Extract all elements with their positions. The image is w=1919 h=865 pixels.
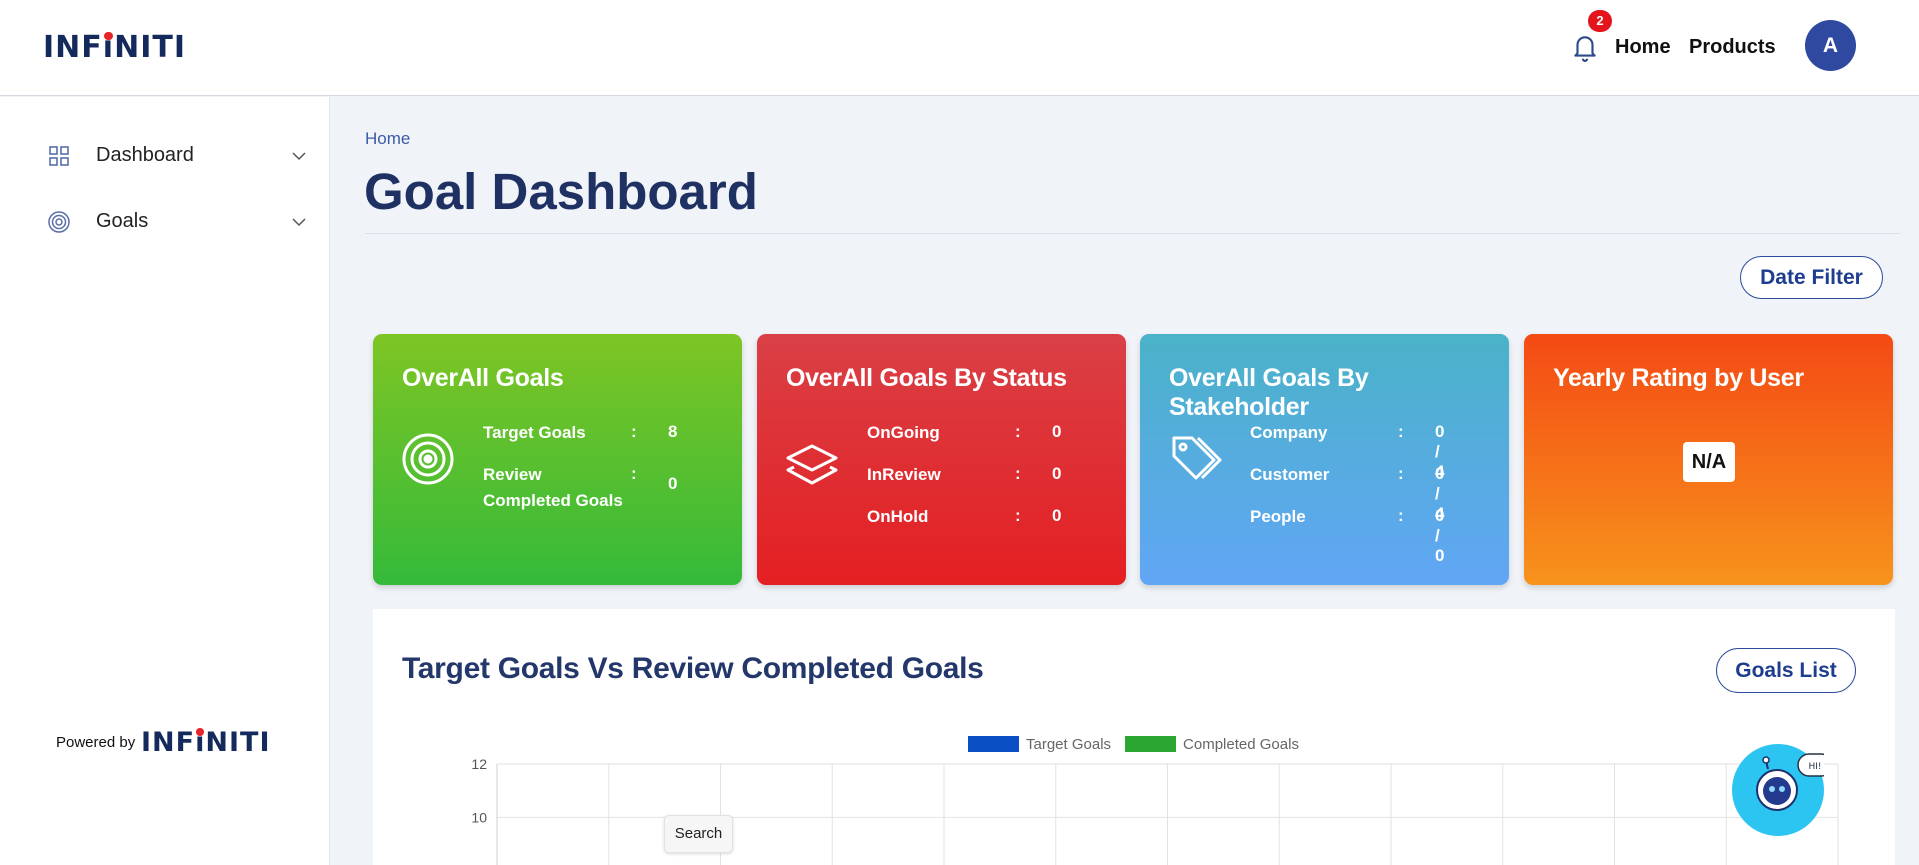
yearly-rating-card: Yearly Rating by User N/A <box>1524 334 1893 585</box>
sidebar-item-label: Dashboard <box>96 144 194 166</box>
tags-icon <box>1172 436 1222 480</box>
target-icon <box>48 211 70 233</box>
breadcrumb[interactable]: Home <box>365 129 410 149</box>
stat-label: Target Goals <box>483 423 586 442</box>
sidebar-item-label: Goals <box>96 210 149 232</box>
sidebar-item-goals[interactable]: Goals <box>0 198 330 246</box>
chatbot-button[interactable]: HI! <box>1732 744 1833 836</box>
infiniti-logo[interactable]: INFıNITI <box>43 30 186 65</box>
goals-by-status-card: OverAll Goals By Status OnGoing : 0 InRe… <box>757 334 1126 585</box>
stat-label: OnHold <box>867 507 929 526</box>
divider <box>365 233 1900 234</box>
stat-separator: : <box>1398 506 1404 525</box>
powered-by-text: Powered by <box>56 734 136 751</box>
card-title: OverAll Goals By Stakeholder <box>1169 364 1369 421</box>
stat-label: Customer <box>1250 465 1330 484</box>
chevron-down-icon[interactable] <box>289 146 309 166</box>
legend-swatch <box>968 736 1019 752</box>
stat-value: 8 <box>668 422 678 441</box>
y-tick-label: 10 <box>471 809 487 825</box>
chatbot-icon: HI! <box>1756 753 1833 811</box>
nav-home-link[interactable]: Home <box>1615 36 1671 59</box>
stat-value: 0 / 0 <box>1435 506 1445 565</box>
chevron-down-icon[interactable] <box>289 212 309 232</box>
stat-label: People <box>1250 507 1306 526</box>
goals-by-stakeholder-card: OverAll Goals By Stakeholder Company : 0… <box>1140 334 1509 585</box>
card-title: Yearly Rating by User <box>1553 364 1804 392</box>
bell-icon[interactable] <box>1572 32 1598 62</box>
sidebar-item-dashboard[interactable]: Dashboard <box>0 132 330 180</box>
bar-chart: Target Goals Completed Goals 12 10 <box>471 736 1839 865</box>
date-filter-button[interactable]: Date Filter <box>1740 256 1883 299</box>
nav-products-link[interactable]: Products <box>1689 36 1776 59</box>
stat-label: OnGoing <box>867 423 940 442</box>
target-icon <box>402 433 454 485</box>
legend-label: Completed Goals <box>1183 736 1299 753</box>
stat-label: InReview <box>867 465 941 484</box>
layers-icon <box>786 444 838 485</box>
top-bar: INFıNITI 2 Home Products A <box>0 0 1919 96</box>
stat-value: 0 <box>668 474 678 493</box>
overall-goals-card: OverAll Goals Target Goals : 8 Review Co… <box>373 334 742 585</box>
stat-label: Company <box>1250 423 1328 442</box>
legend-label: Target Goals <box>1026 736 1111 753</box>
stat-separator: : <box>631 464 637 483</box>
chart-panel: Target Goals Vs Review Completed Goals G… <box>373 609 1895 865</box>
legend-swatch <box>1125 736 1177 752</box>
y-tick-label: 12 <box>471 756 487 772</box>
grid-icon <box>49 146 69 166</box>
chatbot-bubble-text: HI! <box>1808 762 1821 772</box>
stat-separator: : <box>1398 422 1404 441</box>
card-title: OverAll Goals By Status <box>786 364 1067 392</box>
rating-value: N/A <box>1683 442 1735 482</box>
stat-value: 0 <box>1052 464 1062 483</box>
stat-separator: : <box>1398 464 1404 483</box>
stat-separator: : <box>1015 422 1021 441</box>
notification-badge: 2 <box>1588 10 1612 32</box>
stat-separator: : <box>1015 464 1021 483</box>
page-title: Goal Dashboard <box>364 163 758 220</box>
infiniti-logo: INFıNITI <box>141 727 271 758</box>
stat-value: 0 <box>1052 422 1062 441</box>
stat-label: Review Completed Goals <box>483 465 623 510</box>
stat-value: 0 <box>1052 506 1062 525</box>
user-avatar[interactable]: A <box>1805 20 1856 71</box>
search-tooltip: Search <box>664 815 733 853</box>
card-title: OverAll Goals <box>402 364 564 392</box>
stat-separator: : <box>631 422 637 441</box>
stat-separator: : <box>1015 506 1021 525</box>
